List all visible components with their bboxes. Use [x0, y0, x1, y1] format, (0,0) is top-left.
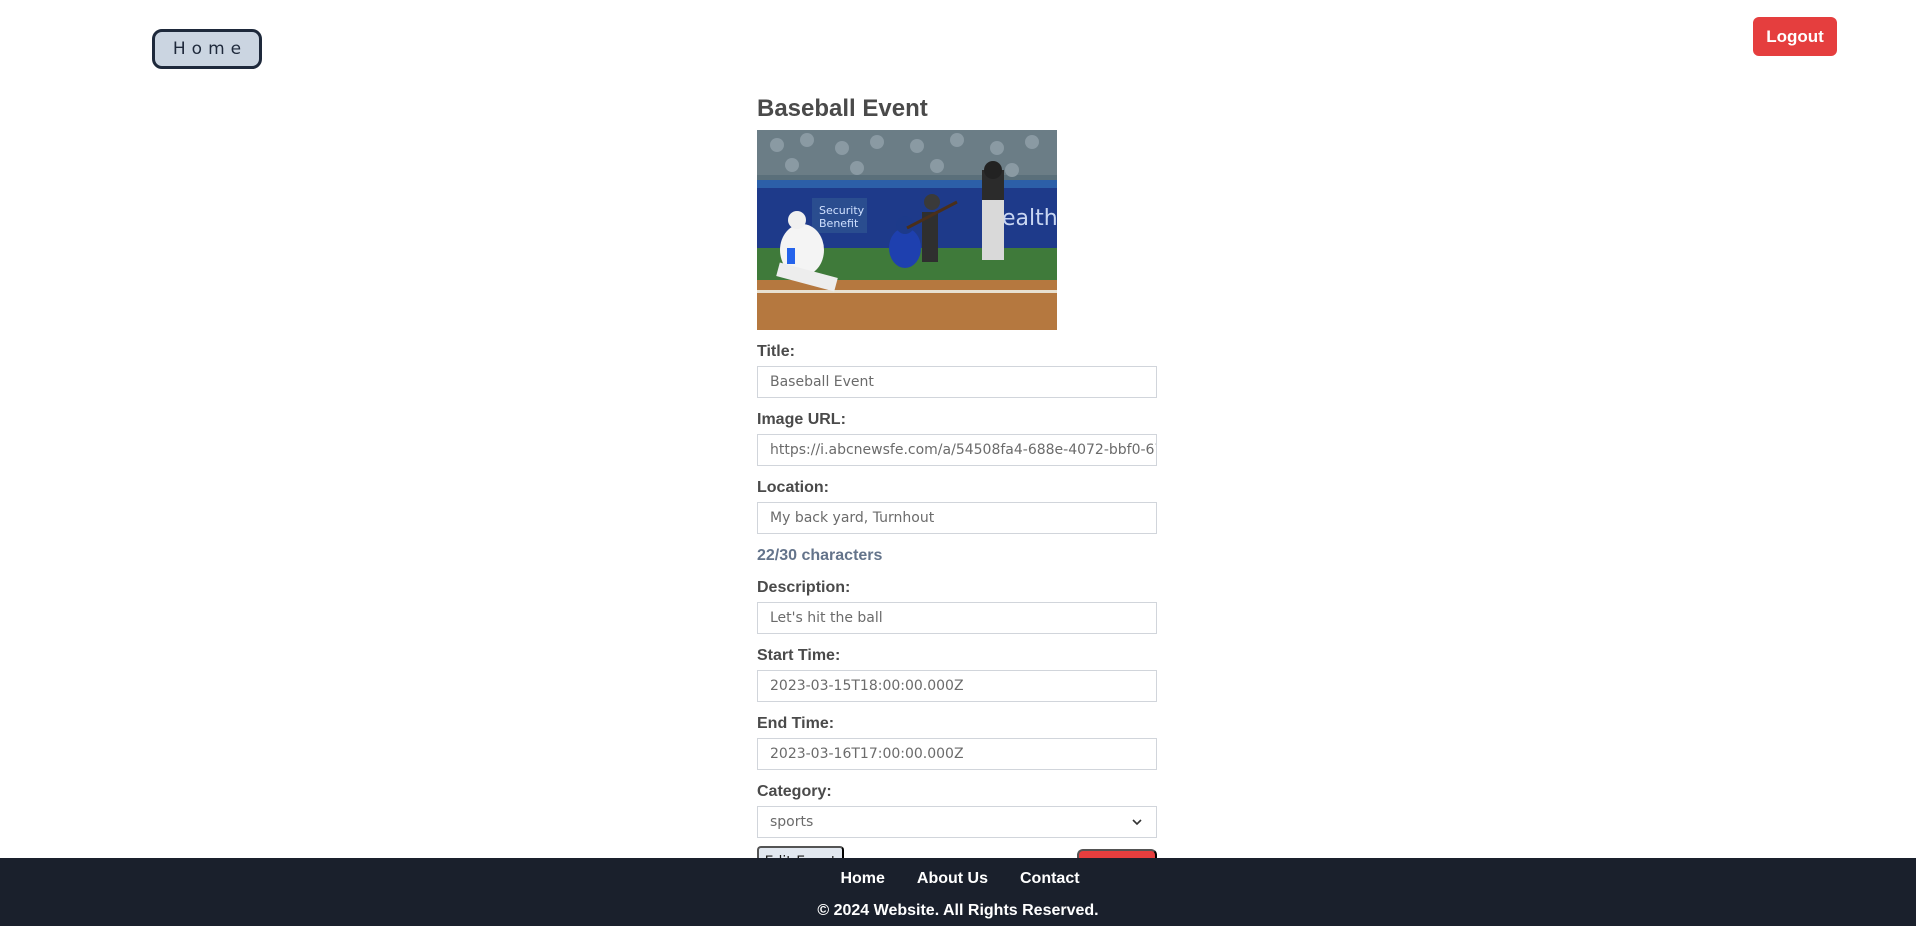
- location-label: Location:: [757, 479, 829, 496]
- page-title: Baseball Event: [757, 95, 928, 122]
- home-button[interactable]: Home: [152, 29, 262, 69]
- baseball-photo: Security Benefit ealth: [757, 130, 1057, 330]
- end-time-label: End Time:: [757, 715, 835, 732]
- location-input[interactable]: My back yard, Turnhout: [757, 502, 1157, 534]
- footer-link-contact[interactable]: Contact: [1020, 862, 1080, 896]
- page: Home Logout Baseball Event Security Bene…: [0, 0, 1916, 926]
- svg-text:Security: Security: [819, 204, 865, 217]
- chevron-down-icon: [1132, 819, 1142, 826]
- description-input[interactable]: Let's hit the ball: [757, 602, 1157, 634]
- event-image: Security Benefit ealth: [757, 130, 1057, 330]
- end-time-input[interactable]: 2023-03-16T17:00:00.000Z: [757, 738, 1157, 770]
- start-time-input[interactable]: 2023-03-15T18:00:00.000Z: [757, 670, 1157, 702]
- description-label: Description:: [757, 579, 851, 596]
- logout-button[interactable]: Logout: [1753, 17, 1837, 56]
- title-label: Title:: [757, 343, 795, 360]
- category-select[interactable]: sports: [757, 806, 1157, 838]
- category-label: Category:: [757, 783, 832, 800]
- footer: Home About Us Contact © 2024 Website. Al…: [0, 858, 1916, 926]
- event-detail: Baseball Event Security Benefit ealth Ti…: [757, 92, 1157, 892]
- footer-link-home[interactable]: Home: [840, 862, 884, 896]
- title-input[interactable]: Baseball Event: [757, 366, 1157, 398]
- image-url-label: Image URL:: [757, 411, 846, 428]
- start-time-label: Start Time:: [757, 647, 841, 664]
- svg-text:Benefit: Benefit: [819, 217, 859, 230]
- location-char-count: 22/30 characters: [757, 547, 883, 564]
- svg-text:ealth: ealth: [1002, 206, 1057, 231]
- category-value: sports: [770, 814, 814, 830]
- footer-link-about[interactable]: About Us: [917, 862, 988, 896]
- image-url-input[interactable]: https://i.abcnewsfe.com/a/54508fa4-688e-…: [757, 434, 1157, 466]
- footer-nav: Home About Us Contact: [0, 862, 1916, 896]
- copyright-text: © 2024 Website. All Rights Reserved.: [817, 902, 1099, 919]
